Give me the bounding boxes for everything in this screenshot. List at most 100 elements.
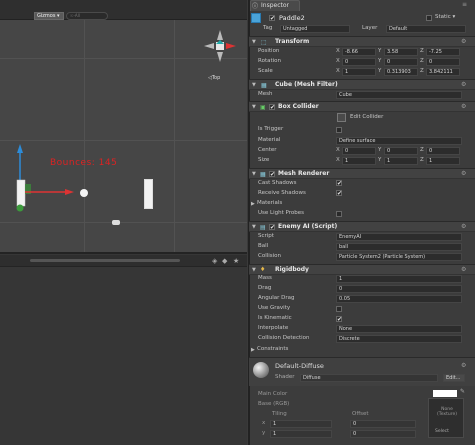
collision-detection-dropdown[interactable]: Discrete <box>336 335 462 343</box>
rotation-z-field[interactable]: 0 <box>426 58 460 66</box>
mass-field[interactable]: 1 <box>336 275 462 283</box>
scale-y-field[interactable]: 0.313903 <box>384 68 418 76</box>
gear-icon[interactable]: ⚙ <box>461 170 466 177</box>
is-trigger-checkbox[interactable] <box>336 127 342 133</box>
foldout-arrow-icon[interactable]: ▼ <box>252 267 256 273</box>
enemy-ai-header[interactable]: ▼ ▤ Enemy AI (Script) ⚙ <box>249 221 475 232</box>
constraints-foldout-icon[interactable]: ▶ <box>251 347 255 353</box>
ball[interactable] <box>80 189 88 197</box>
ball-field[interactable]: ball <box>336 243 462 251</box>
move-gizmo[interactable] <box>8 140 88 215</box>
foldout-arrow-icon[interactable]: ▼ <box>252 39 256 45</box>
star-icon[interactable]: ★ <box>233 257 239 265</box>
scale-z-field[interactable]: 3.842111 <box>426 68 460 76</box>
light-probes-checkbox[interactable] <box>336 211 342 217</box>
receive-shadows-checkbox[interactable] <box>336 190 342 196</box>
box-collider-enabled-checkbox[interactable] <box>269 104 275 110</box>
size-x-field[interactable]: 1 <box>342 157 376 165</box>
tag-dropdown[interactable]: Untagged <box>280 25 350 33</box>
scale-x-field[interactable]: 1 <box>342 68 376 76</box>
material-field[interactable]: Define surface <box>336 137 462 145</box>
paddle-right[interactable] <box>144 179 153 209</box>
layer-dropdown[interactable]: Default <box>386 25 466 33</box>
gear-icon[interactable]: ⚙ <box>461 103 466 110</box>
material-title: Default-Diffuse <box>275 362 324 370</box>
position-x-field[interactable]: -8.66 <box>342 48 376 56</box>
mesh-field[interactable]: Cube <box>336 91 462 99</box>
axis-label-z: Z <box>420 48 424 54</box>
zoom-slider[interactable] <box>30 259 180 262</box>
rigidbody-header[interactable]: ▼ ♦ Rigidbody ⚙ <box>249 264 475 275</box>
axis-label-z: Z <box>420 147 424 153</box>
materials-foldout-icon[interactable]: ▶ <box>251 201 255 207</box>
use-gravity-checkbox[interactable] <box>336 306 342 312</box>
is-kinematic-checkbox[interactable] <box>336 316 342 322</box>
eyedropper-icon[interactable]: ✎ <box>460 388 465 395</box>
size-z-field[interactable]: 1 <box>426 157 460 165</box>
foldout-arrow-icon[interactable]: ▼ <box>252 104 256 110</box>
axis-label-z: Z <box>420 157 424 163</box>
tiling-y-field[interactable]: 1 <box>270 430 332 438</box>
gear-icon[interactable]: ⚙ <box>461 81 466 88</box>
shader-edit-button[interactable]: Edit... <box>443 374 465 382</box>
gear-icon[interactable]: ⚙ <box>461 266 466 273</box>
gameobject-icon <box>251 13 261 23</box>
center-z-field[interactable]: 0 <box>426 147 460 155</box>
static-dropdown[interactable]: Static ▾ <box>435 14 455 20</box>
foldout-arrow-icon[interactable]: ▼ <box>252 82 256 88</box>
center-y-field[interactable]: 0 <box>384 147 418 155</box>
gear-icon[interactable]: ⚙ <box>461 362 466 369</box>
collision-field[interactable]: Particle System2 (Particle System) <box>336 253 462 261</box>
static-checkbox[interactable] <box>426 15 432 21</box>
position-y-field[interactable]: 3.58 <box>384 48 418 56</box>
receive-shadows-label: Receive Shadows <box>258 190 306 196</box>
orientation-gizmo-icon[interactable] <box>200 26 240 74</box>
object-name[interactable]: Paddle2 <box>279 14 305 22</box>
edit-collider-icon[interactable] <box>337 113 346 122</box>
script-icon: ▤ <box>260 224 266 231</box>
rotation-y-field[interactable]: 0 <box>384 58 418 66</box>
is-trigger-label: Is Trigger <box>258 126 284 132</box>
rotation-x-field[interactable]: 0 <box>342 58 376 66</box>
menu-icon[interactable]: ≡ <box>462 1 467 8</box>
main-color-swatch[interactable] <box>433 390 457 397</box>
offset-x-field[interactable]: 0 <box>350 420 416 428</box>
angular-drag-field[interactable]: 0.05 <box>336 295 462 303</box>
cast-shadows-checkbox[interactable] <box>336 180 342 186</box>
size-y-field[interactable]: 1 <box>384 157 418 165</box>
drag-field[interactable]: 0 <box>336 285 462 293</box>
materials-label[interactable]: Materials <box>257 199 282 208</box>
center-x-field[interactable]: 0 <box>342 147 376 155</box>
gear-icon[interactable]: ⚙ <box>461 38 466 45</box>
shader-dropdown[interactable]: Diffuse <box>300 374 438 382</box>
axis-label-y: Y <box>378 68 382 74</box>
position-label: Position <box>258 48 280 54</box>
project-panel <box>0 252 247 445</box>
collision-label: Collision <box>258 253 282 259</box>
interpolate-dropdown[interactable]: None <box>336 325 462 333</box>
box-collider-header[interactable]: ▼ ▣ Box Collider ⚙ <box>249 101 475 112</box>
texture-slot[interactable]: None (Texture) Select <box>428 398 464 438</box>
constraints-label[interactable]: Constraints <box>257 345 288 354</box>
offset-y-field[interactable]: 0 <box>350 430 416 438</box>
foldout-arrow-icon[interactable]: ▼ <box>252 224 256 230</box>
foldout-arrow-icon[interactable]: ▼ <box>252 171 256 177</box>
position-z-field[interactable]: -7.25 <box>426 48 460 56</box>
box-collider-title: Box Collider <box>278 103 319 110</box>
mesh-filter-header[interactable]: ▼ ▦ Cube (Mesh Filter) ⚙ <box>249 79 475 90</box>
scene-search-input[interactable]: ☉·All <box>66 12 108 20</box>
mass-label: Mass <box>258 275 272 281</box>
mesh-renderer-enabled-checkbox[interactable] <box>269 171 275 177</box>
filter-icon[interactable]: ◈ <box>212 257 217 265</box>
mesh-renderer-header[interactable]: ▼ ▦ Mesh Renderer ⚙ <box>249 168 475 179</box>
script-field[interactable]: EnemyAI <box>336 233 462 241</box>
active-checkbox[interactable] <box>269 15 275 21</box>
particle-system-icon[interactable] <box>112 220 120 225</box>
transform-header[interactable]: ▼ ⬚ Transform ⚙ <box>249 36 475 47</box>
gizmos-dropdown[interactable]: Gizmos ▾ <box>34 12 64 20</box>
texture-select-button[interactable]: Select <box>435 429 449 434</box>
label-icon[interactable]: ◆ <box>222 257 227 265</box>
enemy-ai-enabled-checkbox[interactable] <box>269 224 275 230</box>
gear-icon[interactable]: ⚙ <box>461 223 466 230</box>
tiling-x-field[interactable]: 1 <box>270 420 332 428</box>
